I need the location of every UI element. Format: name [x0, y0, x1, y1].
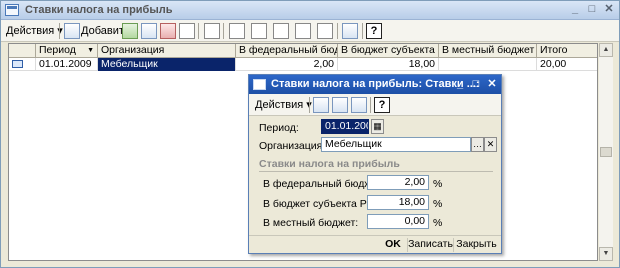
- dialog-help-icon[interactable]: ?: [374, 97, 390, 113]
- post-icon[interactable]: [179, 23, 195, 39]
- main-toolbar: Действия ▾ Добавить ?: [1, 20, 619, 42]
- regional-label: В бюджет субъекта РФ:: [263, 198, 378, 210]
- dialog-app-icon: [253, 79, 266, 90]
- window-app-icon: [5, 4, 19, 16]
- select-ellipsis-icon[interactable]: …: [471, 137, 484, 152]
- dialog-maximize-icon[interactable]: □: [469, 78, 483, 91]
- ok-button[interactable]: OK: [379, 238, 407, 252]
- organization-input[interactable]: Мебельщик: [321, 137, 471, 152]
- local-label: В местный бюджет:: [263, 217, 359, 229]
- organization-label: Организация:: [259, 140, 326, 152]
- save-button[interactable]: Записать: [407, 238, 453, 252]
- federal-input[interactable]: 2,00: [367, 175, 429, 190]
- clear-filter-icon[interactable]: [317, 23, 333, 39]
- header-federal[interactable]: В федеральный бюджет: [236, 44, 338, 58]
- scroll-thumb[interactable]: [600, 147, 612, 157]
- table-row[interactable]: 01.01.2009 Мебельщик 2,00 18,00 20,00: [9, 58, 597, 71]
- dialog-close-icon[interactable]: ✕: [485, 78, 499, 91]
- toolbar-separator: [223, 23, 224, 39]
- filter-value-icon[interactable]: [273, 23, 289, 39]
- delete-mark-icon[interactable]: [160, 23, 176, 39]
- filter-dropdown-icon[interactable]: [295, 23, 311, 39]
- section-divider: [259, 171, 493, 172]
- scroll-up-icon[interactable]: ▲: [599, 43, 613, 57]
- refresh-icon[interactable]: [342, 23, 358, 39]
- copy-icon[interactable]: [122, 23, 138, 39]
- toolbar-separator: [337, 23, 338, 39]
- cell-regional[interactable]: 18,00: [338, 58, 439, 71]
- dialog-minimize-icon[interactable]: _: [453, 78, 467, 91]
- section-title: Ставки налога на прибыль: [259, 158, 400, 170]
- help-icon[interactable]: ?: [366, 23, 382, 39]
- go-back-icon[interactable]: [313, 97, 329, 113]
- related-docs-icon[interactable]: [351, 97, 367, 113]
- header-period-label: Период: [39, 44, 76, 56]
- toolbar-separator: [362, 23, 363, 39]
- close-icon[interactable]: ✕: [601, 3, 617, 17]
- window-title: Ставки налога на прибыль: [25, 4, 173, 16]
- add-icon: [64, 23, 80, 39]
- maximize-icon[interactable]: □: [584, 3, 600, 17]
- cell-local[interactable]: [439, 58, 537, 71]
- record-icon: [12, 60, 23, 68]
- table-header: Период ▼ Организация В федеральный бюджет…: [9, 44, 597, 58]
- actions-menu-label: Действия: [6, 25, 55, 37]
- cell-period[interactable]: 01.01.2009: [36, 58, 98, 71]
- header-organization[interactable]: Организация: [98, 44, 236, 58]
- record-dialog: Ставки налога на прибыль: Ставки ...: _ …: [248, 74, 502, 254]
- local-percent: %: [433, 217, 443, 229]
- federal-percent: %: [433, 178, 443, 190]
- actions-menu[interactable]: Действия ▾: [6, 22, 63, 40]
- cell-organization[interactable]: Мебельщик: [98, 58, 236, 71]
- clear-x-icon[interactable]: ✕: [484, 137, 497, 152]
- structure-icon[interactable]: [332, 97, 348, 113]
- interval-icon[interactable]: [229, 23, 245, 39]
- dialog-footer: OK Записать Закрыть: [249, 235, 501, 253]
- regional-input[interactable]: 18,00: [367, 195, 429, 210]
- scroll-down-icon[interactable]: ▼: [599, 247, 613, 261]
- dialog-titlebar: Ставки налога на прибыль: Ставки ...: _ …: [249, 75, 501, 94]
- period-label: Период:: [259, 122, 299, 134]
- minimize-icon[interactable]: _: [567, 3, 583, 17]
- edit-icon[interactable]: [141, 23, 157, 39]
- dialog-title: Ставки налога на прибыль: Ставки ...:: [271, 78, 480, 90]
- toolbar-separator: [198, 23, 199, 39]
- header-total[interactable]: Итого: [537, 44, 597, 58]
- toolbar-separator: [370, 97, 371, 113]
- calendar-icon[interactable]: ▦: [371, 119, 384, 134]
- period-input[interactable]: 01.01.2009: [321, 119, 369, 134]
- close-button[interactable]: Закрыть: [453, 238, 499, 252]
- cell-total[interactable]: 20,00: [537, 58, 597, 71]
- dialog-actions-menu[interactable]: Действия ▾: [255, 96, 312, 114]
- list-mode-icon[interactable]: [204, 23, 220, 39]
- header-icon-col: [9, 44, 36, 58]
- header-local[interactable]: В местный бюджет: [439, 44, 537, 58]
- local-input[interactable]: 0,00: [367, 214, 429, 229]
- header-period[interactable]: Период ▼: [36, 44, 98, 58]
- sort-desc-icon: ▼: [87, 47, 94, 54]
- filter-icon[interactable]: [251, 23, 267, 39]
- vertical-scrollbar[interactable]: ▲ ▼: [599, 43, 613, 261]
- window-titlebar: Ставки налога на прибыль _ □ ✕: [1, 1, 619, 20]
- cell-federal[interactable]: 2,00: [236, 58, 338, 71]
- row-icon-cell: [9, 58, 36, 71]
- header-regional[interactable]: В бюджет субъекта РФ: [338, 44, 439, 58]
- toolbar-separator: [309, 97, 310, 113]
- dialog-toolbar: Действия ▾ ?: [249, 94, 501, 116]
- toolbar-separator: [59, 23, 60, 39]
- regional-percent: %: [433, 198, 443, 210]
- dialog-actions-label: Действия: [255, 99, 304, 111]
